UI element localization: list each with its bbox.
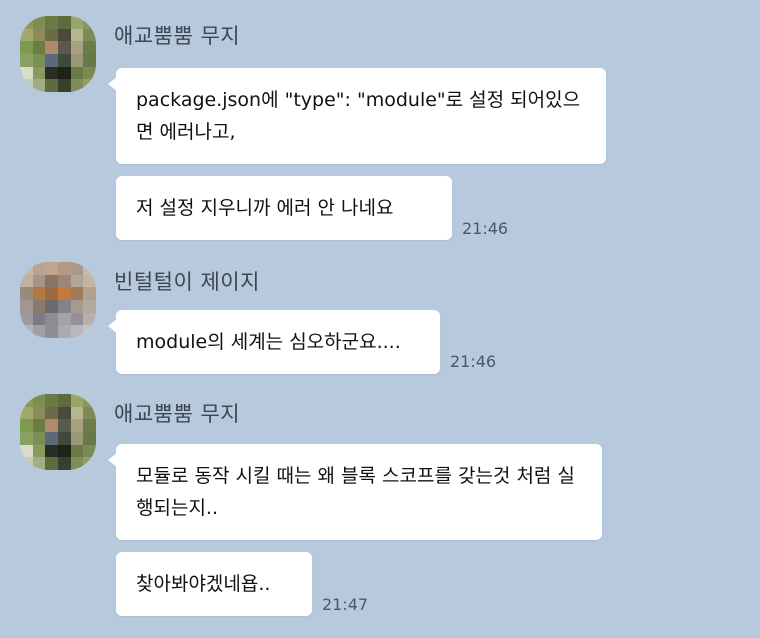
message-bubble[interactable]: 저 설정 지우니까 에러 안 나네요 [116,176,452,240]
message-text: package.json에 "type": "module"로 설정 되어있으면… [136,89,581,143]
message-text: 찾아봐야겠네욥.. [136,573,271,595]
message-text: 저 설정 지우니까 에러 안 나네요 [136,197,394,219]
message-time: 21:46 [450,352,497,371]
message-time: 21:47 [322,595,369,614]
message-text: module의 세계는 심오하군요.... [136,331,401,353]
message-bubble[interactable]: package.json에 "type": "module"로 설정 되어있으면… [108,68,606,164]
chat-room[interactable]: 애교뿜뿜 무지 package.json에 "type": "module"로 … [0,0,760,638]
sender-name: 빈털털이 제이지 [114,270,260,294]
avatar[interactable] [20,262,96,338]
avatar[interactable] [20,16,96,92]
message-bubble[interactable]: 모듈로 동작 시킬 때는 왜 블록 스코프를 갖는것 처럼 실행되는지.. [108,444,602,540]
message-text: 모듈로 동작 시킬 때는 왜 블록 스코프를 갖는것 처럼 실행되는지.. [136,465,575,519]
message-time: 21:46 [462,219,509,238]
sender-name: 애교뿜뿜 무지 [114,24,241,48]
message-bubble[interactable]: 찾아봐야겠네욥.. [116,552,312,616]
message-bubble[interactable]: module의 세계는 심오하군요.... [108,310,440,374]
sender-name: 애교뿜뿜 무지 [114,402,241,426]
avatar[interactable] [20,394,96,470]
